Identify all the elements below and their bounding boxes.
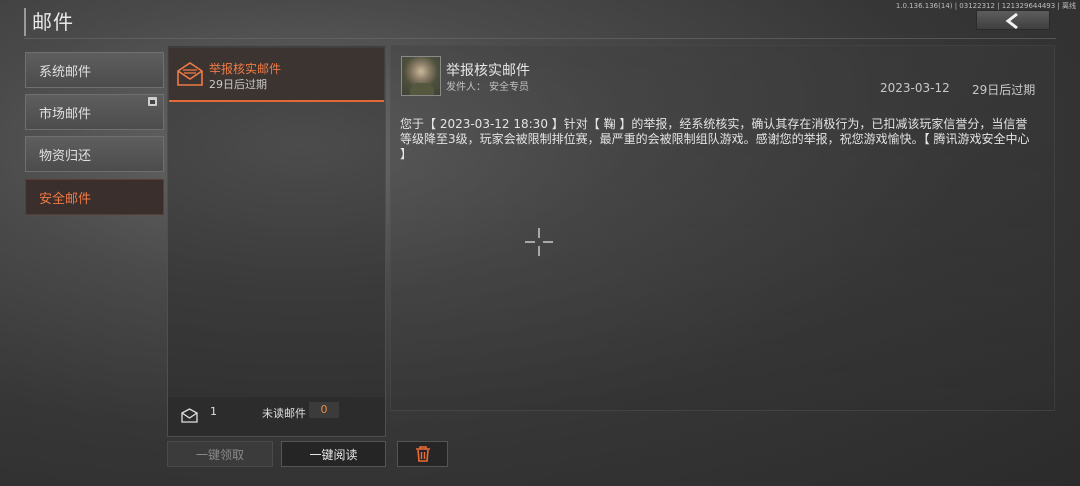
category-label: 安全邮件 [39,191,92,207]
trash-icon [415,446,430,462]
page-title: 邮件 [32,10,74,34]
back-button[interactable] [976,10,1050,30]
sender-label: 发件人： [446,82,486,93]
envelope-icon [177,62,203,86]
delete-button[interactable] [397,441,448,467]
detail-expire: 29日后过期 [972,83,1036,97]
category-label: 物资归还 [39,148,92,164]
gift-icon [148,97,157,106]
unread-count-badge: 0 [309,402,339,418]
category-security-mail[interactable]: 安全邮件 [25,179,164,215]
mail-count: 1 [210,405,217,418]
claim-all-button[interactable]: 一键领取 [167,441,273,467]
mail-list-panel [167,45,386,437]
category-market-mail[interactable]: 市场邮件 [25,94,164,130]
mail-item-expire: 29日后过期 [209,78,267,91]
sender-avatar [401,56,441,96]
header-divider [24,38,1056,39]
mail-item-title: 举报核实邮件 [209,62,282,76]
read-all-button[interactable]: 一键阅读 [281,441,386,467]
category-label: 系统邮件 [39,64,92,80]
chevron-left-icon [1005,12,1018,30]
sender-name: 安全专员 [489,82,529,93]
unread-label: 未读邮件 [262,407,306,420]
page-title-bar: 邮件 [24,8,74,36]
category-system-mail[interactable]: 系统邮件 [25,52,164,88]
detail-date: 2023-03-12 [880,81,950,95]
mail-list-footer: 1 未读邮件 0 [168,397,385,435]
category-label: 市场邮件 [39,106,92,122]
category-supply-return[interactable]: 物资归还 [25,136,164,172]
mail-detail-panel [390,45,1055,411]
mail-list-item[interactable]: 举报核实邮件 29日后过期 [169,48,384,102]
detail-title: 举报核实邮件 [446,63,530,79]
mail-body-text: 您于【 2023-03-12 18:30 】针对【 鞠 】的举报，经系统核实，确… [400,117,1030,161]
crosshair-cursor-icon [525,228,553,256]
mail-stack-icon [181,408,198,423]
